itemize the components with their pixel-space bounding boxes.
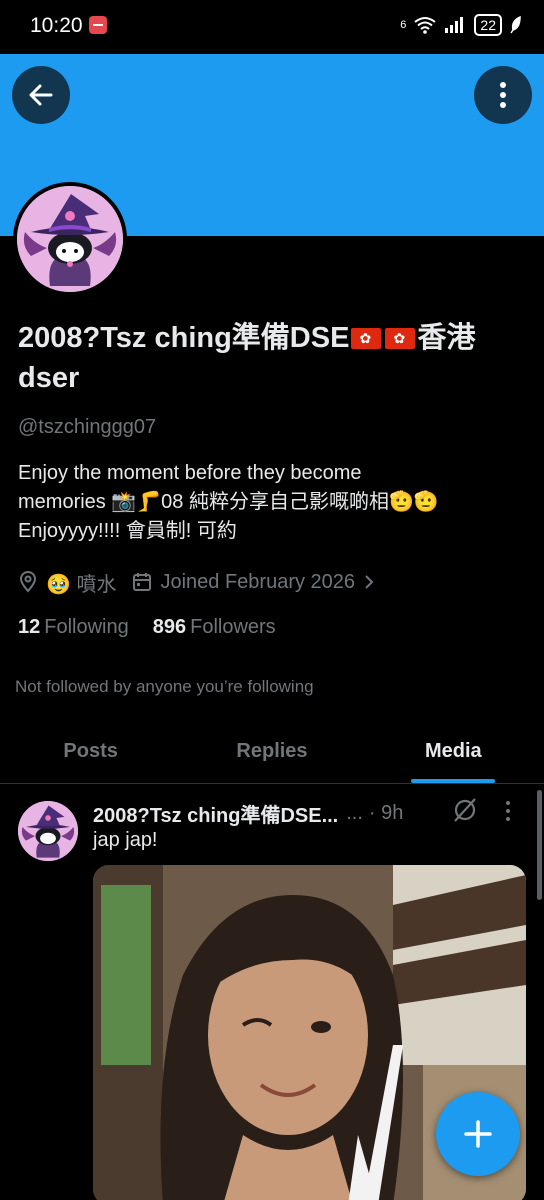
profile-name: 2008?Tsz ching準備DSE香港dser [18,318,528,398]
joined-date: Joined February 2026 [160,570,356,593]
bio-text: memories 📸🦵08 純粹分享自己影嘅啲相 [18,491,389,513]
cell-signal-icon [445,17,464,33]
followers-label: Followers [190,616,276,638]
following-label: Following [44,616,129,638]
post-time: · 9h [368,802,404,824]
scrollbar[interactable] [537,790,542,900]
tab-media[interactable]: Media [363,722,544,783]
wifi-icon [414,17,437,34]
back-arrow-icon [29,84,53,106]
status-icons: 6 22 [400,14,522,36]
status-bar: 10:20 6 22 [0,0,544,54]
tab-posts[interactable]: Posts [0,722,181,783]
back-button[interactable] [12,66,70,124]
profile-avatar[interactable] [13,182,127,296]
post-header: 2008?Tsz ching準備DSE... ... · 9h [93,799,403,828]
post-author-name[interactable]: 2008?Tsz ching準備DSE... [93,799,338,828]
profile-name-text: 2008?Tsz ching準備DSE [18,322,350,354]
bio-line: Enjoyyyy!!!! 會員制! 可約 [18,520,237,542]
following-count: 12 [18,616,41,638]
bio-line: Enjoy the moment before they become [18,462,362,484]
more-options-button[interactable] [474,66,532,124]
mutual-followers-note: Not followed by anyone you’re following [15,677,314,696]
follow-stats: 12 Following 896 Followers [18,616,276,639]
profile-handle: @tszchinggg07 [18,416,157,438]
location-item: 🥹 噴水 [18,568,116,597]
notification-icon [89,16,107,34]
joined-item[interactable]: Joined February 2026 [132,571,375,594]
battery-indicator: 22 [474,14,502,36]
post-more-icon[interactable] [504,799,512,823]
hong-kong-flag-icon [351,328,382,349]
followers-link[interactable]: 896 Followers [153,616,276,639]
profile-meta: 🥹 噴水 Joined February 2026 [18,567,391,597]
kuromi-avatar-image [18,801,78,861]
tab-replies[interactable]: Replies [181,722,362,783]
grok-icon[interactable] [452,797,478,823]
hong-kong-flag-icon [385,328,416,349]
status-time: 10:20 [30,14,83,37]
followers-count: 896 [152,616,187,638]
location-text: 🥹 噴水 [46,573,117,596]
following-link[interactable]: 12 Following [18,616,129,639]
saluting-face-emoji: 🫡🫡 [388,491,439,513]
profile-tabs: Posts Replies Media [0,722,544,784]
post-dots: ... [346,802,363,824]
bio-line: memories 📸🦵08 純粹分享自己影嘅啲相🫡🫡 [18,488,528,517]
kuromi-avatar-image [17,186,123,292]
profile-bio: Enjoy the moment before they become memo… [18,459,528,546]
leaf-icon [510,16,521,34]
post-text: jap jap! [93,829,158,851]
signal-label: 6 [400,19,407,31]
calendar-icon [133,573,152,591]
post-author-avatar[interactable] [18,801,78,861]
plus-icon [464,1120,492,1148]
compose-button[interactable] [436,1092,520,1176]
location-icon [19,571,37,593]
more-vertical-icon [500,82,506,108]
chevron-right-icon [365,575,374,589]
